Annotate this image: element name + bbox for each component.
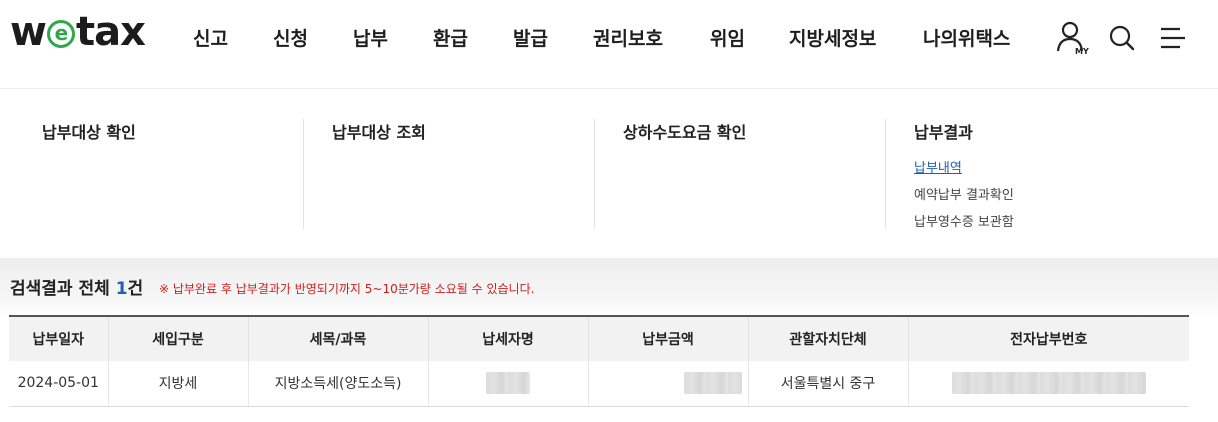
cell-tax-item: 지방소득세(양도소득) <box>248 361 429 407</box>
col-header-date: 납부일자 <box>9 315 109 361</box>
col-header-payment-no: 전자납부번호 <box>908 315 1189 361</box>
table-row[interactable]: 2024-05-01 지방세 지방소득세(양도소득) 서울특별시 중구 <box>9 361 1189 407</box>
my-label: MY <box>1075 47 1089 56</box>
cell-authority: 서울특별시 중구 <box>748 361 909 407</box>
my-page-icon[interactable]: MY <box>1056 20 1090 60</box>
mega-col-title[interactable]: 납부대상 조회 <box>332 119 426 143</box>
gnb-item-apply[interactable]: 신청 <box>273 24 308 51</box>
cell-date: 2024-05-01 <box>9 361 109 407</box>
cell-payment-no <box>908 361 1189 407</box>
mega-col-title[interactable]: 납부결과 <box>914 119 1014 143</box>
gnb-item-my-wetax[interactable]: 나의위택스 <box>923 24 1010 51</box>
search-icon[interactable] <box>1108 24 1136 56</box>
mega-divider <box>303 119 304 229</box>
result-notice: ※ 납부완료 후 납부결과가 반영되기까지 5~10분가량 소요될 수 있습니다… <box>159 282 535 296</box>
col-header-tax-item: 세목/과목 <box>248 315 429 361</box>
result-title-suffix: 건 <box>127 279 144 299</box>
search-result-section: 검색결과 전체 1건 ※ 납부완료 후 납부결과가 반영되기까지 5~10분가량… <box>0 258 1218 422</box>
result-count: 1 <box>115 279 128 299</box>
mega-menu: 납부대상 확인 납부대상 조회 상하수도요금 확인 납부결과 납부내역 예약납부… <box>0 88 1218 258</box>
mega-col-payment-target-check: 납부대상 확인 <box>42 119 136 229</box>
col-header-amount: 납부금액 <box>588 315 749 361</box>
submenu-payment-history[interactable]: 납부내역 <box>914 157 1014 176</box>
redacted-taxpayer <box>486 372 530 395</box>
mega-divider <box>885 119 886 229</box>
payment-history-table: 납부일자 세입구분 세목/과목 납세자명 납부금액 관할자치단체 전자납부번호 … <box>9 315 1189 407</box>
gnb-item-rights[interactable]: 권리보호 <box>593 24 663 51</box>
gnb-item-local-tax-info[interactable]: 지방세정보 <box>789 24 876 51</box>
cell-amount <box>588 361 749 407</box>
submenu-reserved-payment-result[interactable]: 예약납부 결과확인 <box>914 184 1014 203</box>
logo-e-circle: e <box>46 20 75 48</box>
gnb-item-payment[interactable]: 납부 <box>353 24 388 51</box>
result-title: 검색결과 전체 1건 <box>10 274 143 299</box>
redacted-payment-no <box>951 372 1146 395</box>
col-header-authority: 관할자치단체 <box>748 315 909 361</box>
logo-suffix: tax <box>75 9 146 55</box>
cell-taxpayer <box>428 361 589 407</box>
mega-col-payment-result: 납부결과 납부내역 예약납부 결과확인 납부영수증 보관함 <box>914 119 1014 230</box>
menu-icon[interactable] <box>1160 27 1186 53</box>
table-header-row: 납부일자 세입구분 세목/과목 납세자명 납부금액 관할자치단체 전자납부번호 <box>9 315 1189 361</box>
wetax-logo[interactable]: w e tax <box>10 9 146 55</box>
cell-category: 지방세 <box>108 361 249 407</box>
gnb-item-refund[interactable]: 환급 <box>433 24 468 51</box>
mega-col-water-bill-check: 상하수도요금 확인 <box>623 119 746 229</box>
submenu-receipt-storage[interactable]: 납부영수증 보관함 <box>914 211 1014 230</box>
redacted-amount <box>684 372 742 395</box>
logo-prefix: w <box>10 9 47 55</box>
gnb-item-report[interactable]: 신고 <box>193 24 228 51</box>
result-title-prefix: 검색결과 전체 <box>10 279 116 299</box>
site-header: w e tax 신고 신청 납부 환급 발급 권리보호 위임 지방세정보 나의위… <box>0 0 1218 88</box>
col-header-taxpayer: 납세자명 <box>428 315 589 361</box>
mega-col-payment-target-search: 납부대상 조회 <box>332 119 426 229</box>
gnb-item-delegation[interactable]: 위임 <box>710 24 745 51</box>
col-header-category: 세입구분 <box>108 315 249 361</box>
mega-divider <box>594 119 595 229</box>
mega-col-title[interactable]: 납부대상 확인 <box>42 119 136 143</box>
gnb-item-issue[interactable]: 발급 <box>513 24 548 51</box>
mega-col-title[interactable]: 상하수도요금 확인 <box>623 119 746 143</box>
